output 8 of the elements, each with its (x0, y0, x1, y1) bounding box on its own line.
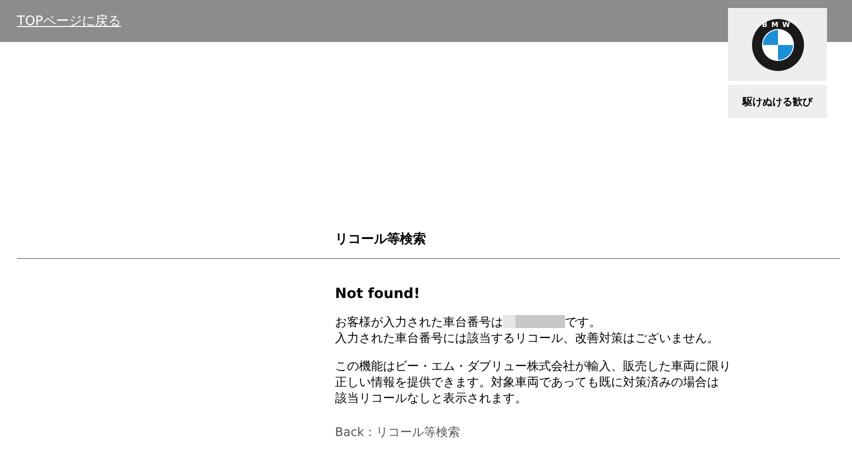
redacted-number (503, 315, 565, 328)
result-heading: Not found! (335, 286, 421, 302)
vehicle-number-sentence: お客様が入力された車台番号は です。 (335, 314, 602, 330)
page-title: リコール等検索 (335, 230, 427, 249)
notice-paragraph: この機能はビー・エム・ダブリュー株式会社が輸入、販売した車両に限り 正しい情報を提供できます。対象車両であっても既に対策済みの場合は 該当リコールなしと表示されます。 (335, 358, 732, 406)
back-link[interactable]: Back：リコール等検索 (335, 424, 460, 441)
result-text: 入力された車台番号には該当するリコール、改善対策はございません。 (335, 330, 720, 346)
brand-tagline: 駆けぬける歓び (728, 85, 827, 118)
